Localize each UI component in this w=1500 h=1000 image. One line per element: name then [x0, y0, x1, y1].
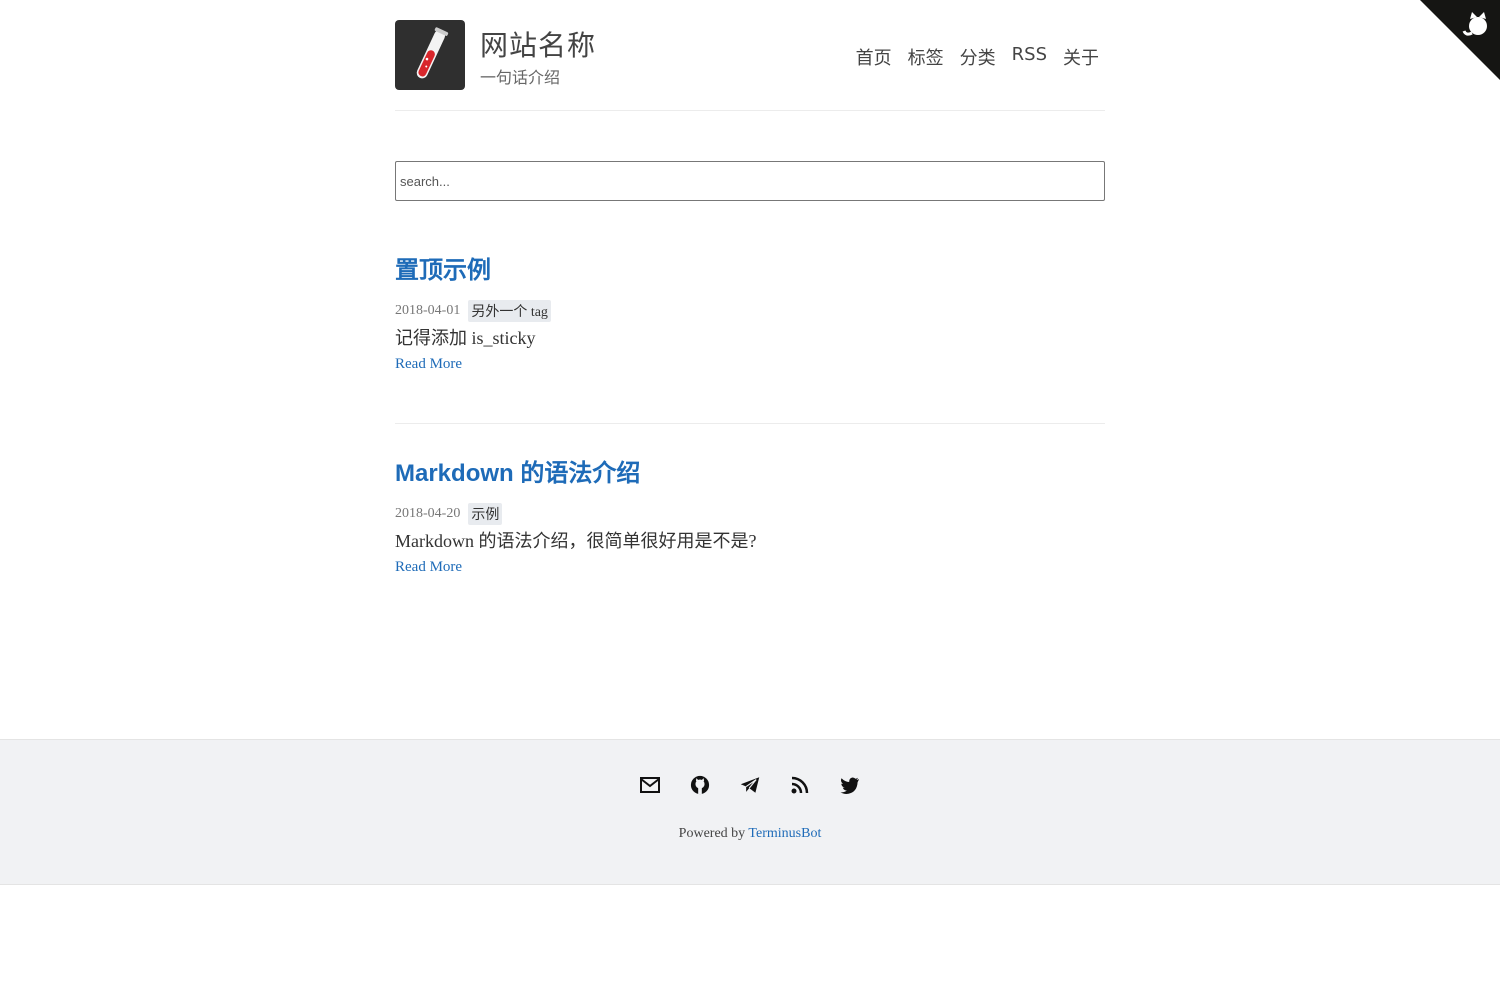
main-nav: 首页 标签 分类 RSS 关于: [856, 44, 1099, 70]
post-tag[interactable]: 另外一个 tag: [468, 300, 551, 322]
telegram-icon[interactable]: [740, 774, 760, 796]
nav-item-tags[interactable]: 标签: [908, 44, 944, 70]
powered-by-label: Powered by: [678, 826, 746, 841]
post-excerpt: 记得添加 is_sticky: [395, 328, 536, 348]
nav-item-rss[interactable]: RSS: [1012, 44, 1047, 70]
nav-item-about[interactable]: 关于: [1063, 44, 1099, 70]
read-more-link[interactable]: Read More: [395, 356, 462, 373]
site-title[interactable]: 网站名称: [480, 24, 596, 64]
github-octocat-icon: [1420, 0, 1500, 80]
post-excerpt: Markdown 的语法介绍，很简单很好用是不是?: [395, 531, 757, 551]
search-input[interactable]: [395, 161, 1105, 201]
post-meta: 2018-04-01 另外一个 tag: [395, 300, 551, 322]
email-icon[interactable]: [640, 774, 660, 796]
read-more-link[interactable]: Read More: [395, 559, 462, 576]
post-date: 2018-04-01: [395, 303, 461, 318]
site-footer: Powered by TerminusBot: [0, 739, 1500, 885]
powered-by: Powered by TerminusBot: [0, 826, 1500, 842]
twitter-icon[interactable]: [840, 774, 860, 796]
post-title[interactable]: Markdown 的语法介绍: [395, 453, 640, 488]
github-icon[interactable]: [690, 774, 710, 796]
post-meta: 2018-04-20 示例: [395, 503, 503, 525]
nav-item-home[interactable]: 首页: [856, 44, 892, 70]
post-date: 2018-04-20: [395, 506, 461, 521]
site-description: 一句话介绍: [480, 68, 561, 87]
powered-by-link[interactable]: TerminusBot: [748, 826, 821, 841]
rss-icon[interactable]: [790, 774, 810, 796]
test-tube-icon: [416, 27, 449, 79]
github-corner-link[interactable]: [1420, 0, 1500, 80]
site-header: 网站名称 一句话介绍 首页 标签 分类 RSS 关于: [395, 0, 1105, 111]
post-divider: [395, 423, 1105, 424]
nav-item-categories[interactable]: 分类: [960, 44, 996, 70]
site-logo[interactable]: [395, 20, 465, 90]
post-tag[interactable]: 示例: [468, 503, 503, 525]
post-title[interactable]: 置顶示例: [395, 250, 491, 285]
social-links: [0, 774, 1500, 796]
